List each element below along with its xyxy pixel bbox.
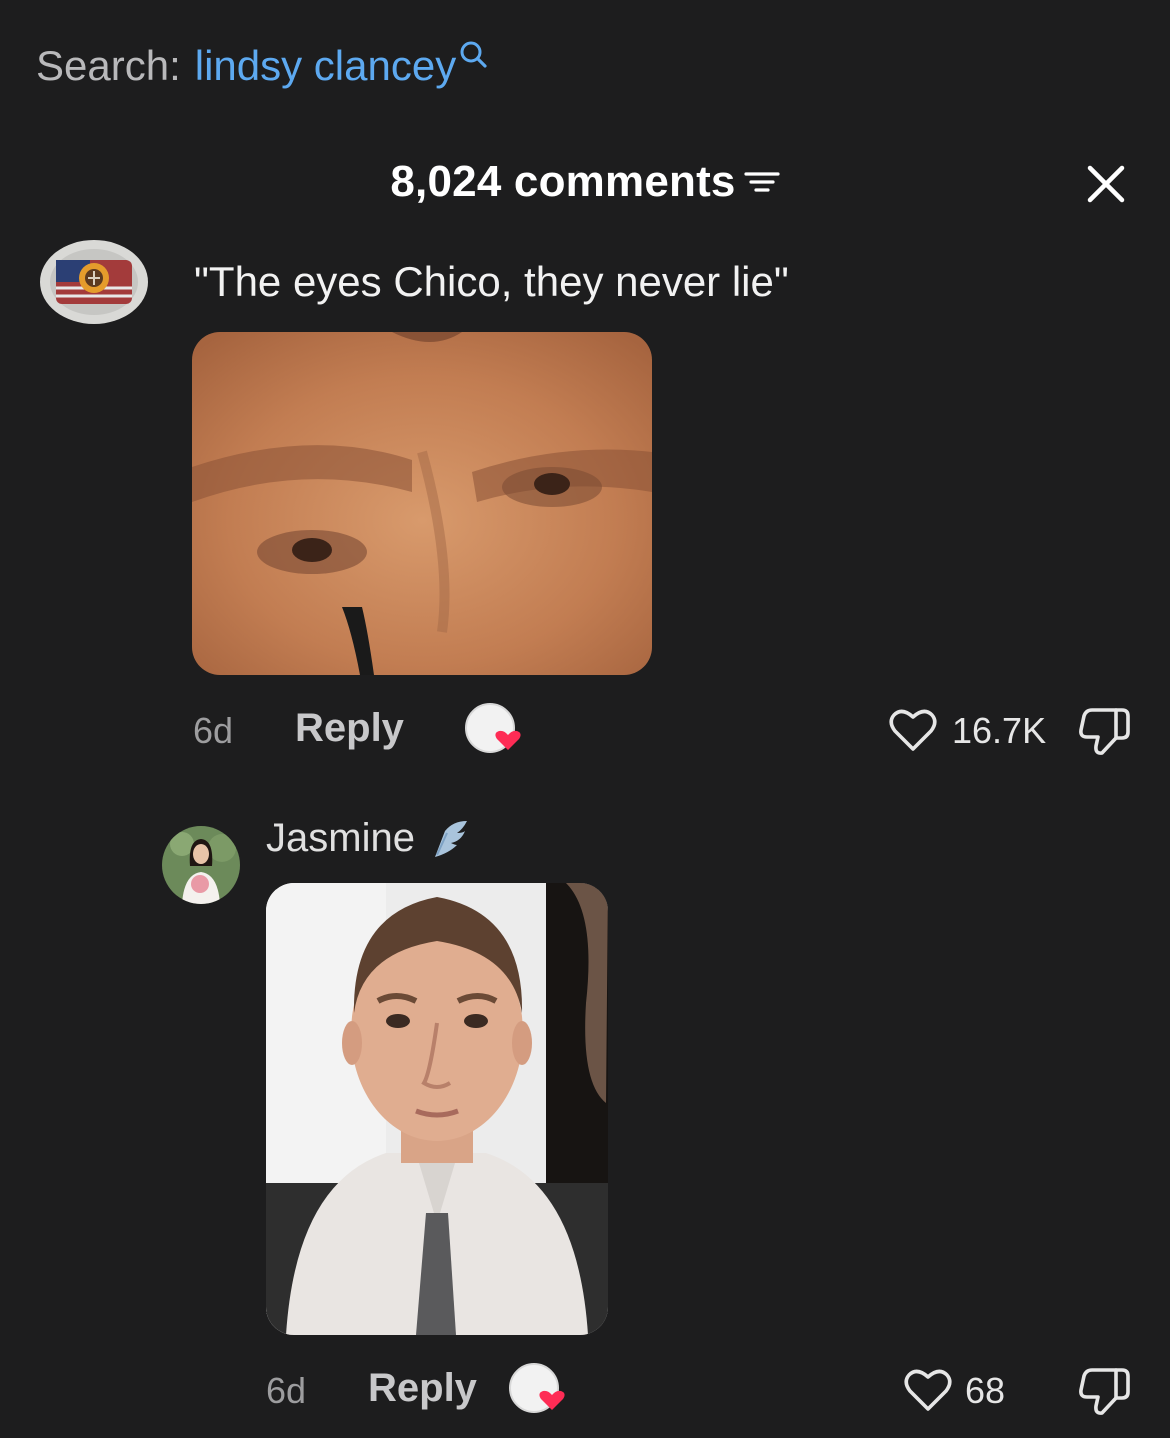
search-prefix: Search: xyxy=(36,42,181,89)
heart-icon[interactable] xyxy=(888,707,938,753)
filter-icon[interactable] xyxy=(743,167,780,197)
reply-button[interactable]: Reply xyxy=(295,706,404,751)
comments-count: 8,024 comments xyxy=(390,157,736,206)
search-icon[interactable] xyxy=(458,40,488,70)
heart-icon[interactable] xyxy=(903,1367,953,1413)
wing-badge-icon xyxy=(434,820,467,857)
search-bar[interactable]: Search: lindsy clancey xyxy=(36,38,488,94)
comment-time: 6d xyxy=(193,710,234,751)
creator-liked-icon xyxy=(509,1363,565,1413)
commenter-avatar[interactable] xyxy=(162,826,240,904)
close-icon[interactable] xyxy=(1082,160,1130,208)
like-count: 68 xyxy=(965,1370,1006,1411)
reply-image[interactable] xyxy=(266,883,608,1335)
like-count: 16.7K xyxy=(952,710,1047,751)
comments-header: 8,024 comments xyxy=(0,152,1170,212)
comment-text: "The eyes Chico, they never lie" xyxy=(194,258,789,305)
commenter-avatar[interactable] xyxy=(38,238,150,326)
dislike-icon[interactable] xyxy=(1078,704,1132,758)
dislike-icon[interactable] xyxy=(1078,1364,1132,1418)
comment-time: 6d xyxy=(266,1370,307,1411)
search-term-link[interactable]: lindsy clancey xyxy=(195,42,456,90)
creator-liked-icon xyxy=(465,703,521,753)
reply-button[interactable]: Reply xyxy=(368,1366,477,1411)
username-label[interactable]: Jasmine xyxy=(266,816,415,861)
comment-image[interactable] xyxy=(192,332,652,675)
username[interactable]: Jasmine xyxy=(266,816,471,861)
